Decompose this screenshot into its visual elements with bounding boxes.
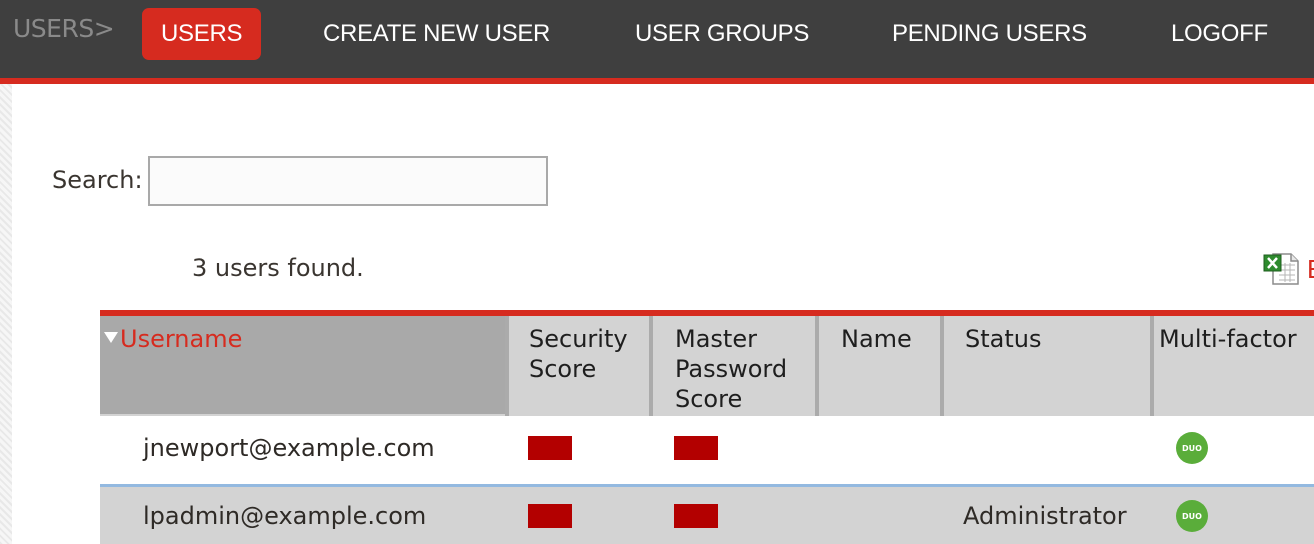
excel-spreadsheet-icon xyxy=(1263,252,1301,286)
column-label-line: Master xyxy=(675,325,757,353)
table-row[interactable]: lpadmin@example.com Administrator DUO xyxy=(100,484,1314,544)
column-header-master-password-score[interactable]: Master Password Score xyxy=(675,316,815,416)
column-header-multifactor[interactable]: Multi-factor xyxy=(1159,316,1314,416)
nav-user-groups[interactable]: USER GROUPS xyxy=(635,8,809,60)
duo-label: DUO xyxy=(1182,443,1202,453)
column-label-line: Score xyxy=(529,355,597,383)
duo-mfa-icon: DUO xyxy=(1176,500,1208,532)
master-password-score-bar xyxy=(674,504,718,528)
column-label-line: Score xyxy=(675,385,743,413)
duo-label: DUO xyxy=(1182,511,1202,521)
security-score-bar xyxy=(528,436,572,460)
side-background-pattern xyxy=(0,84,12,544)
security-score-bar xyxy=(528,504,572,528)
duo-mfa-icon: DUO xyxy=(1176,432,1208,464)
table-header: Username Security Score Master Password … xyxy=(100,316,1314,416)
column-header-security-score[interactable]: Security Score xyxy=(529,316,649,416)
cell-username[interactable]: jnewport@example.com xyxy=(143,416,435,484)
result-count: 3 users found. xyxy=(192,254,364,282)
table-row[interactable]: jnewport@example.com DUO xyxy=(100,416,1314,484)
column-label-line: Password xyxy=(675,355,788,383)
column-header-username[interactable]: Username xyxy=(100,316,505,414)
column-label: Name xyxy=(841,325,912,353)
column-header-name[interactable]: Name xyxy=(841,316,941,416)
nav-logoff[interactable]: LOGOFF xyxy=(1171,8,1268,60)
nav-pending-users[interactable]: PENDING USERS xyxy=(892,8,1087,60)
breadcrumb: USERS> xyxy=(13,14,115,43)
top-nav-bar: USERS> USERS CREATE NEW USER USER GROUPS… xyxy=(0,0,1314,78)
column-divider xyxy=(649,316,653,416)
column-divider xyxy=(1150,316,1154,416)
master-password-score-bar xyxy=(674,436,718,460)
export-excel-link[interactable]: E xyxy=(1263,252,1314,286)
column-label: Status xyxy=(965,325,1042,353)
sort-descending-icon xyxy=(104,332,118,343)
column-label-line: Security xyxy=(529,325,628,353)
column-divider xyxy=(940,316,944,416)
export-label: E xyxy=(1307,252,1314,286)
nav-create-new-user[interactable]: CREATE NEW USER xyxy=(323,8,550,60)
search-input[interactable] xyxy=(148,156,548,206)
search-label: Search: xyxy=(52,166,143,194)
column-label: Username xyxy=(120,325,243,353)
column-divider xyxy=(815,316,819,416)
users-table: Username Security Score Master Password … xyxy=(100,310,1314,544)
column-divider xyxy=(505,316,509,416)
column-label: Multi-factor xyxy=(1159,325,1297,353)
nav-users[interactable]: USERS xyxy=(142,8,262,60)
column-header-status[interactable]: Status xyxy=(965,316,1150,416)
cell-username[interactable]: lpadmin@example.com xyxy=(143,484,426,544)
cell-status: Administrator xyxy=(963,502,1127,530)
nav-accent-stripe xyxy=(0,78,1314,84)
